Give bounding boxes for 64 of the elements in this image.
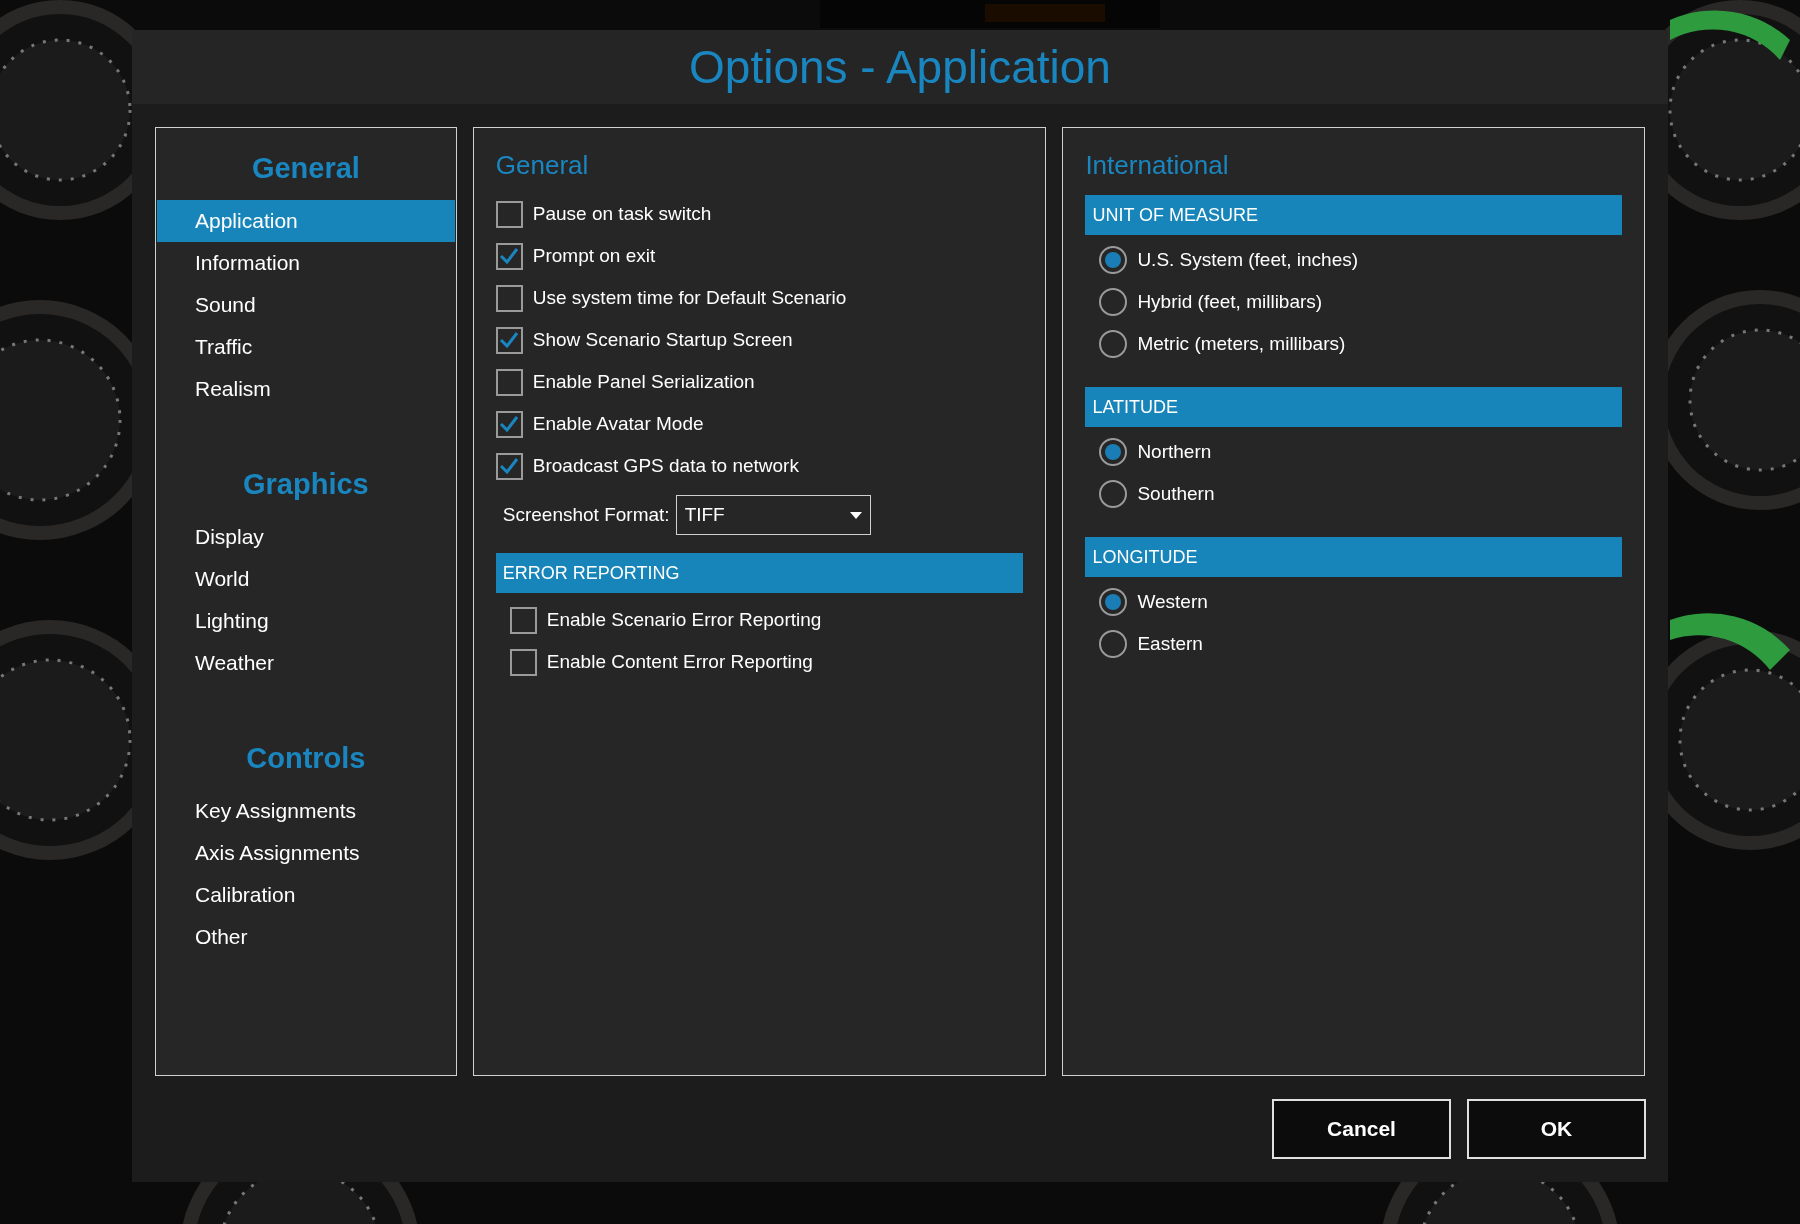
checkbox[interactable]: [495, 242, 523, 270]
checkbox-label: Prompt on exit: [532, 243, 656, 268]
radio-label: Eastern: [1137, 631, 1203, 656]
sidebar-item[interactable]: Other: [157, 916, 455, 958]
panel-heading: General: [495, 149, 590, 182]
checkmark-icon: [499, 457, 520, 475]
radio-button[interactable]: [1099, 246, 1128, 274]
radio-label: Northern: [1137, 439, 1212, 464]
sidebar-item[interactable]: Information: [157, 242, 455, 284]
checkmark-icon: [499, 247, 520, 265]
sidebar-item[interactable]: Key Assignments: [157, 790, 455, 832]
sidebar-item[interactable]: Axis Assignments: [157, 832, 455, 874]
sidebar-item[interactable]: Weather: [157, 642, 455, 684]
radio-button[interactable]: [1099, 438, 1128, 466]
checkbox-label: Use system time for Default Scenario: [532, 285, 847, 310]
radio-label: Hybrid (feet, millibars): [1137, 289, 1323, 314]
radio-button[interactable]: [1099, 330, 1128, 358]
sidebar-item[interactable]: Display: [157, 516, 455, 558]
radio-button[interactable]: [1099, 288, 1128, 316]
radio-label: Metric (meters, millibars): [1137, 331, 1346, 356]
radio-label: Southern: [1137, 481, 1215, 506]
checkbox[interactable]: [495, 410, 523, 438]
dropdown-arrow-icon: [849, 511, 862, 519]
panel-heading: International: [1085, 149, 1230, 182]
section-header: ERROR REPORTING: [495, 553, 1024, 593]
radio-label: Western: [1137, 589, 1208, 614]
checkbox[interactable]: [495, 200, 523, 228]
checkbox[interactable]: [509, 606, 537, 634]
sidebar-item[interactable]: World: [157, 558, 455, 600]
checkbox[interactable]: [495, 326, 523, 354]
sidebar-item[interactable]: Traffic: [157, 326, 455, 368]
checkbox[interactable]: [509, 648, 537, 676]
sidebar-heading: Graphics: [243, 467, 369, 503]
sidebar-item[interactable]: Lighting: [157, 600, 455, 642]
section-header: UNIT OF MEASURE: [1085, 195, 1622, 235]
sidebar-item[interactable]: Sound: [157, 284, 455, 326]
sidebar-item[interactable]: Calibration: [157, 874, 455, 916]
section-header: LONGITUDE: [1085, 537, 1622, 577]
dialog-button[interactable]: OK: [1467, 1099, 1646, 1159]
checkbox[interactable]: [495, 452, 523, 480]
checkbox[interactable]: [495, 368, 523, 396]
sidebar-heading: General: [251, 151, 360, 187]
checkbox-label: Enable Avatar Mode: [532, 411, 704, 436]
radio-button[interactable]: [1099, 630, 1128, 658]
checkbox-label: Show Scenario Startup Screen: [532, 327, 793, 352]
checkmark-icon: [499, 331, 520, 349]
radio-label: U.S. System (feet, inches): [1137, 247, 1359, 272]
checkbox-label: Pause on task switch: [532, 201, 712, 226]
radio-button[interactable]: [1099, 480, 1128, 508]
radio-button[interactable]: [1099, 588, 1128, 616]
checkbox-label: Enable Scenario Error Reporting: [546, 607, 822, 632]
sidebar-item[interactable]: Application: [157, 200, 455, 242]
field-label: Screenshot Format:: [502, 502, 670, 527]
dialog-button[interactable]: Cancel: [1272, 1099, 1451, 1159]
sidebar-item[interactable]: Realism: [157, 368, 455, 410]
format-dropdown[interactable]: TIFF: [675, 495, 871, 535]
section-header: LATITUDE: [1085, 387, 1622, 427]
checkbox-label: Broadcast GPS data to network: [532, 453, 799, 478]
sidebar-heading: Controls: [246, 741, 366, 777]
checkmark-icon: [499, 415, 520, 433]
checkbox-label: Enable Panel Serialization: [532, 369, 755, 394]
checkbox[interactable]: [495, 284, 523, 312]
window-title: Options - Application: [689, 39, 1111, 95]
checkbox-label: Enable Content Error Reporting: [546, 649, 813, 674]
